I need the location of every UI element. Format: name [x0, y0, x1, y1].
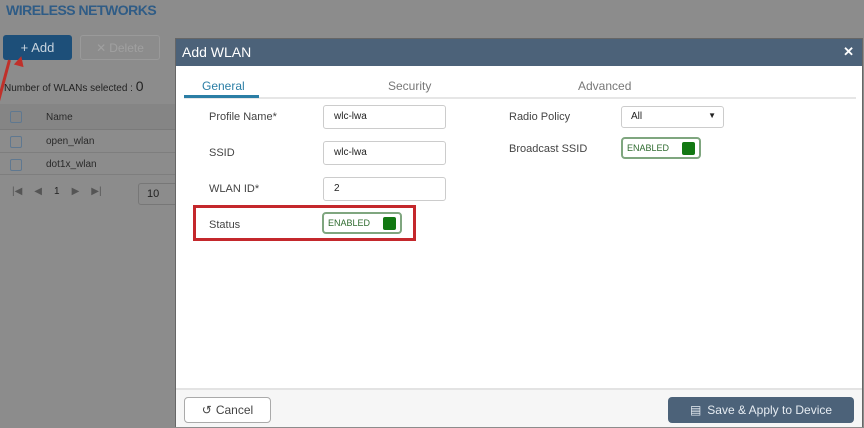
column-header-name: Name — [46, 112, 73, 123]
tab-general[interactable]: General — [202, 79, 245, 93]
tab-advanced[interactable]: Advanced — [578, 79, 631, 93]
save-label: Save & Apply to Device — [707, 403, 833, 417]
radio-policy-select[interactable]: All ▼ — [621, 106, 724, 128]
broadcast-ssid-toggle[interactable]: ENABLED — [621, 137, 701, 159]
selected-count: 0 — [135, 78, 144, 94]
status-label: Status — [209, 219, 241, 231]
row-checkbox[interactable] — [10, 136, 22, 148]
radio-policy-label: Radio Policy — [509, 111, 571, 123]
delete-button[interactable]: ✕ Delete — [80, 35, 160, 60]
wlan-name: dot1x_wlan — [46, 159, 97, 170]
selected-label: Number of WLANs selected : — [4, 83, 133, 94]
pagination: |◀ ◀ 1 ▶ ▶| — [12, 186, 102, 197]
save-icon: ▤ — [689, 403, 702, 417]
add-wlan-dialog: Add WLAN ✕ General Security Advanced Pro… — [175, 38, 863, 427]
first-page-icon[interactable]: |◀ — [12, 186, 22, 197]
broadcast-ssid-toggle-text: ENABLED — [627, 143, 670, 153]
caret-down-icon: ▼ — [708, 111, 716, 120]
profile-name-label: Profile Name* — [209, 111, 277, 123]
tab-bar: General Security Advanced — [184, 79, 856, 99]
page-number: 1 — [54, 186, 60, 197]
prev-page-icon[interactable]: ◀ — [34, 186, 42, 197]
broadcast-ssid-label: Broadcast SSID — [509, 143, 588, 155]
cancel-button[interactable]: ↺ Cancel — [184, 397, 271, 423]
status-toggle-text: ENABLED — [328, 218, 371, 228]
ssid-input[interactable]: wlc-lwa — [323, 141, 446, 165]
table-header — [0, 104, 176, 130]
ssid-label: SSID — [209, 147, 235, 159]
profile-name-input[interactable]: wlc-lwa — [323, 105, 446, 129]
plus-icon: + — [20, 40, 29, 55]
x-icon: ✕ — [96, 40, 107, 55]
cancel-label: Cancel — [215, 403, 254, 417]
radio-policy-value: All — [631, 111, 643, 122]
row-checkbox[interactable] — [10, 159, 22, 171]
tab-security[interactable]: Security — [388, 79, 431, 93]
add-label: Add — [31, 40, 55, 55]
per-page-select[interactable]: 10 — [138, 183, 178, 205]
toggle-knob — [383, 217, 396, 230]
last-page-icon[interactable]: ▶| — [91, 186, 101, 197]
close-icon[interactable]: ✕ — [843, 44, 854, 60]
per-page-value: 10 — [147, 188, 160, 200]
page-title: WIRELESS NETWORKS — [6, 2, 157, 18]
wlan-name: open_wlan — [46, 136, 95, 147]
wlan-id-label: WLAN ID* — [209, 183, 260, 195]
toggle-knob — [682, 142, 695, 155]
next-page-icon[interactable]: ▶ — [72, 186, 80, 197]
undo-icon: ↺ — [201, 403, 212, 417]
active-tab-indicator — [184, 95, 259, 98]
dialog-title: Add WLAN — [182, 44, 252, 60]
save-apply-button[interactable]: ▤ Save & Apply to Device — [668, 397, 854, 423]
status-toggle[interactable]: ENABLED — [322, 212, 402, 234]
dialog-footer: ↺ Cancel ▤ Save & Apply to Device — [176, 388, 862, 427]
add-button[interactable]: + Add — [3, 35, 72, 60]
select-all-checkbox[interactable] — [10, 111, 22, 123]
wlan-id-input[interactable]: 2 — [323, 177, 446, 201]
delete-label: Delete — [109, 40, 144, 55]
selected-count-text: Number of WLANs selected : 0 — [4, 78, 144, 94]
dialog-header: Add WLAN — [176, 39, 862, 66]
